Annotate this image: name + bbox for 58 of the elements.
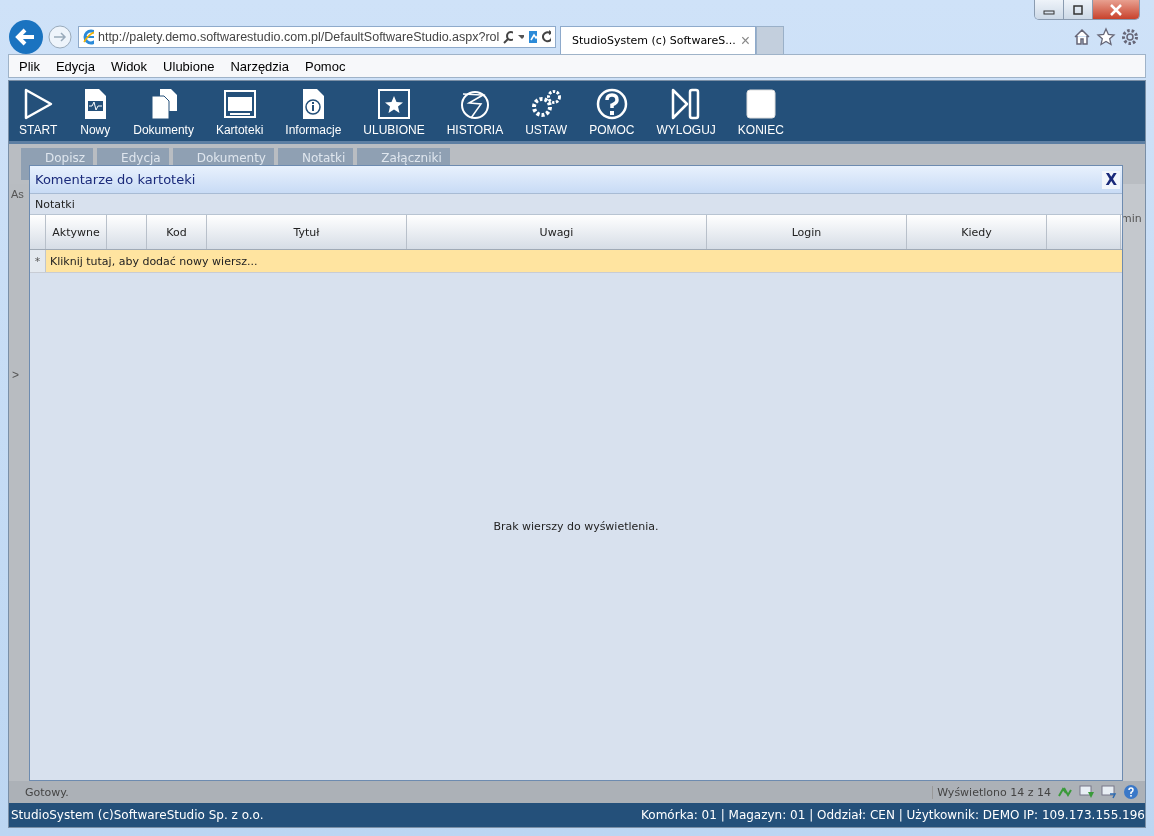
toolbar-button[interactable]: POMOC [578, 88, 646, 137]
column-header[interactable]: Kod [147, 215, 207, 249]
close-icon [1109, 3, 1123, 16]
column-header[interactable]: Tytuł [207, 215, 407, 249]
browser-icon [83, 29, 94, 45]
toolbar-button[interactable]: Informacje [274, 88, 353, 137]
new-row-marker: * [30, 250, 46, 272]
toolbar-button[interactable]: Dokumenty [122, 88, 205, 137]
session-info: Komórka: 01 | Magazyn: 01 | Oddział: CEN | Użytkownik: DEMO IP: 109.173.155.196 [641, 808, 1145, 822]
export-icon[interactable] [1079, 784, 1095, 800]
stop-icon [744, 88, 777, 120]
toolbar-button[interactable]: ULUBIONE [352, 88, 436, 137]
menu-item[interactable]: Narzędzia [230, 58, 289, 74]
address-bar[interactable]: http://palety.demo.softwarestudio.com.pl/DefaultSoftwareStudio.aspx?rol [78, 26, 556, 48]
menu-item[interactable]: Edycja [55, 58, 95, 74]
expand-button[interactable]: > [9, 368, 29, 382]
record-count: Wyświetlono 14 z 14 [932, 785, 1051, 799]
gears-icon [530, 88, 563, 120]
window-icon [223, 88, 256, 120]
company-text: StudioSystem (c)SoftwareStudio Sp. z o.o. [11, 808, 264, 822]
minimize-button[interactable] [1035, 0, 1064, 19]
browser-tab[interactable]: StudioSystem (c) SoftwareS... × [560, 26, 756, 54]
column-header[interactable]: Login [707, 215, 907, 249]
toolbar-button[interactable]: Nowy [68, 88, 123, 137]
globe-icon [458, 88, 491, 120]
play-icon [22, 88, 55, 120]
back-button[interactable] [8, 19, 44, 55]
toolbar-button[interactable]: KONIEC [726, 88, 795, 137]
menu-item[interactable]: Plik [19, 58, 40, 74]
close-button[interactable] [1093, 0, 1139, 19]
menu-item[interactable]: Ulubione [163, 58, 215, 74]
search-icon[interactable] [503, 30, 513, 44]
tab-close-button[interactable]: × [740, 31, 750, 50]
help-icon [595, 88, 628, 120]
column-header: As [10, 187, 25, 200]
toolbar-button[interactable]: HISTORIA [435, 88, 515, 137]
close-button[interactable]: X [1102, 170, 1120, 189]
toolbar-button[interactable]: START [19, 88, 69, 137]
empty-message: Brak wierszy do wyświetlenia. [493, 520, 659, 533]
maximize-button[interactable] [1064, 0, 1093, 19]
status-text: Gotowy. [25, 785, 70, 799]
column-header[interactable]: Uwagi [407, 215, 707, 249]
new-row[interactable]: * Kliknij tutaj, aby dodać nowy wiersz... [30, 250, 1122, 273]
maximize-icon [1072, 4, 1084, 15]
menu-item[interactable]: Pomoc [304, 58, 346, 74]
section-title: Notatki [35, 197, 75, 211]
toolbar-button[interactable]: USTAW [514, 88, 579, 137]
star-window-icon [378, 88, 410, 120]
toolbar-button[interactable]: WYLOGUJ [645, 88, 727, 137]
help-icon[interactable] [1123, 784, 1139, 800]
menu-item[interactable]: Widok [111, 58, 148, 74]
home-icon[interactable] [1072, 27, 1092, 47]
forward-button[interactable] [48, 25, 72, 49]
star-icon[interactable] [1096, 27, 1116, 47]
settings-icon[interactable] [1120, 27, 1140, 47]
column-header[interactable]: Aktywne [46, 215, 107, 249]
column-header[interactable]: Kiedy [907, 215, 1047, 249]
toolbar-button[interactable]: Kartoteki [204, 88, 275, 137]
